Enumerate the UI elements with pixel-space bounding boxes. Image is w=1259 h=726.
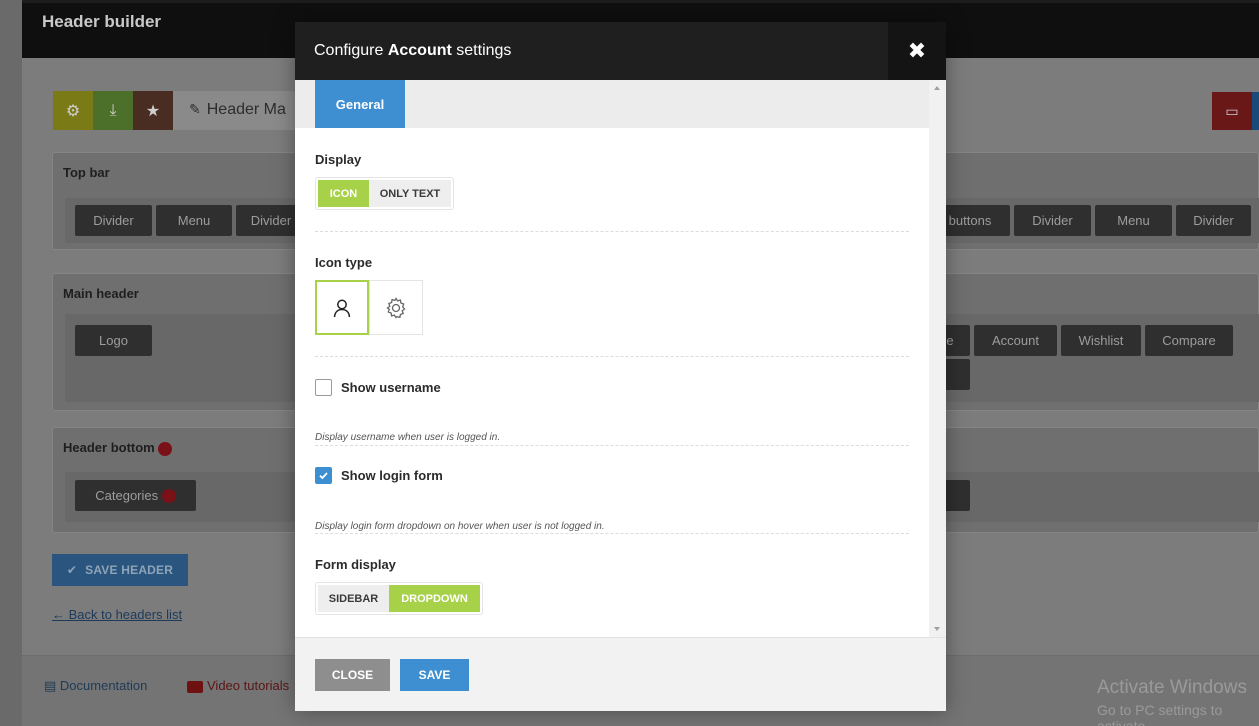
show-username-checkbox[interactable] — [315, 379, 332, 396]
admin-sidebar-strip — [0, 0, 22, 726]
modal-tabs: General — [295, 80, 929, 128]
element-chip[interactable]: Divider — [75, 205, 152, 236]
show-username-label: Show username — [341, 380, 441, 395]
modal-scrollbar[interactable] — [929, 80, 946, 637]
desktop-view-button[interactable]: ▭ — [1212, 92, 1252, 130]
tab-general[interactable]: General — [315, 80, 405, 128]
pencil-icon: ✎ — [189, 101, 201, 117]
gear-icon — [386, 296, 406, 318]
section-title: Top bar — [63, 165, 110, 180]
element-chip[interactable]: Menu — [1095, 205, 1172, 236]
gear-icon: ⚙ — [65, 102, 81, 120]
form-display-toggle: SIDEBAR DROPDOWN — [315, 582, 483, 615]
divider — [315, 356, 909, 357]
element-chip[interactable]: Compare — [1145, 325, 1233, 356]
activate-windows-subtitle: Go to PC settings to activate — [1097, 702, 1223, 726]
scroll-up-icon[interactable] — [934, 86, 940, 90]
laptop-icon: ▭ — [1225, 102, 1239, 119]
element-chip[interactable]: Account — [974, 325, 1057, 356]
close-modal-button[interactable]: ✖ — [888, 22, 946, 80]
element-chip[interactable]: Divider — [1014, 205, 1091, 236]
back-to-headers-link[interactable]: ← Back to headers list — [52, 607, 182, 622]
user-icon — [333, 299, 351, 317]
star-icon: ★ — [145, 102, 161, 120]
show-login-form-checkbox[interactable] — [315, 467, 332, 484]
modal-title: Configure Account settings — [314, 42, 512, 59]
page-title: Header builder — [42, 12, 162, 31]
documentation-link[interactable]: ▤ Documentation — [44, 678, 147, 694]
header-name-field[interactable]: ✎ Header Ma — [173, 91, 303, 130]
section-title: Header bottom — [63, 440, 173, 456]
download-icon: ⤓ — [109, 101, 117, 119]
show-login-form-label: Show login form — [341, 468, 443, 483]
show-username-row: Show username — [315, 379, 441, 396]
checkmark-icon — [319, 472, 328, 480]
warning-dot-icon — [158, 441, 173, 456]
warning-dot-icon — [161, 488, 176, 503]
youtube-icon — [187, 680, 203, 693]
divider — [315, 445, 909, 446]
modal-footer: CLOSE SAVE — [295, 637, 946, 711]
form-display-option-sidebar[interactable]: SIDEBAR — [318, 585, 389, 612]
icon-type-picker — [315, 280, 423, 335]
display-toggle: ICON ONLY TEXT — [315, 177, 454, 210]
divider — [315, 533, 909, 534]
scroll-down-icon[interactable] — [934, 627, 940, 631]
icon-option-user[interactable] — [315, 280, 369, 335]
form-display-option-dropdown[interactable]: DROPDOWN — [389, 585, 480, 612]
display-option-only-text[interactable]: ONLY TEXT — [369, 180, 451, 207]
document-icon: ▤ — [44, 678, 57, 693]
display-label: Display — [315, 152, 362, 167]
show-login-form-hint: Display login form dropdown on hover whe… — [315, 521, 605, 532]
activate-windows-title: Activate Windows — [1097, 677, 1247, 698]
element-chip[interactable]: Divider — [1176, 205, 1251, 236]
show-username-hint: Display username when user is logged in. — [315, 432, 501, 443]
modal-body: General Display ICON ONLY TEXT Icon type — [295, 80, 946, 637]
form-display-label: Form display — [315, 557, 396, 572]
builder-toolbar: ⚙ ⤓ ★ — [53, 91, 173, 130]
section-title: Main header — [63, 286, 139, 301]
favorite-button[interactable]: ★ — [133, 91, 173, 130]
element-chip[interactable]: Logo — [75, 325, 152, 356]
show-login-form-row: Show login form — [315, 467, 443, 484]
close-button[interactable]: CLOSE — [315, 659, 390, 691]
save-header-button[interactable]: ✔ SAVE HEADER — [52, 554, 188, 586]
header-name-text: Header Ma — [206, 101, 286, 118]
element-chip-categories[interactable]: Categories — [75, 480, 196, 511]
modal-header: Configure Account settings ✖ — [295, 22, 946, 80]
save-button[interactable]: SAVE — [400, 659, 469, 691]
import-button[interactable]: ⤓ — [93, 91, 133, 130]
settings-gear-button[interactable]: ⚙ — [53, 91, 93, 130]
check-icon: ✔ — [66, 563, 78, 577]
display-option-icon[interactable]: ICON — [318, 180, 369, 207]
element-chip[interactable]: Wishlist — [1061, 325, 1141, 356]
video-tutorials-link[interactable]: Video tutorials — [187, 678, 289, 693]
icon-type-label: Icon type — [315, 255, 373, 270]
close-icon: ✖ — [907, 38, 927, 63]
icon-option-gear[interactable] — [369, 280, 423, 335]
element-chip[interactable]: Menu — [156, 205, 232, 236]
account-settings-modal: Configure Account settings ✖ General Dis… — [295, 22, 946, 711]
mobile-view-button[interactable] — [1252, 92, 1259, 130]
divider — [315, 231, 909, 232]
